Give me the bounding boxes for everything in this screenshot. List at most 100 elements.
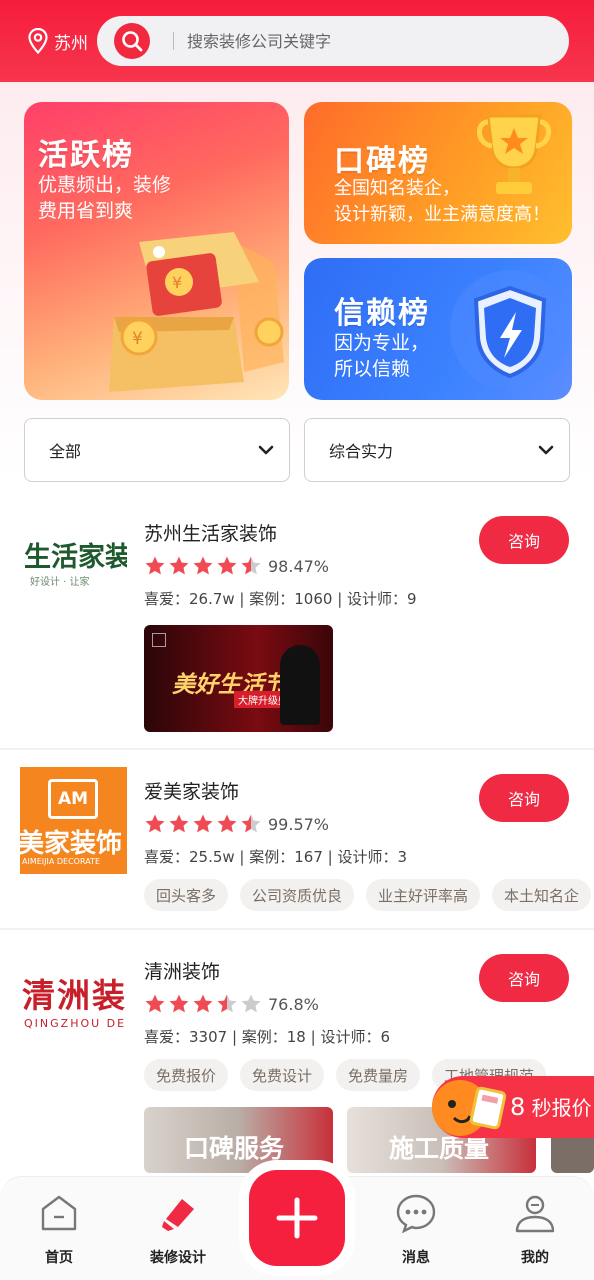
star-icon xyxy=(145,814,165,833)
sort-filter-value: 综合实力 xyxy=(329,442,394,461)
calculator-mascot-icon xyxy=(432,1080,507,1136)
quick-quote-label: 8 秒报价 xyxy=(510,1092,592,1121)
company-stats: 喜爱：26.7w | 案例：1060 | 设计师：9 xyxy=(144,590,417,608)
tag: 免费量房 xyxy=(336,1059,421,1091)
divider xyxy=(0,748,594,750)
star-icon xyxy=(217,814,237,833)
logo-subtext: QINGZHOU DE xyxy=(24,1017,127,1030)
star-icon xyxy=(169,994,189,1013)
promo-title: 口碑服务 xyxy=(184,1134,285,1163)
banner-desc-line2: 设计新颖，业主满意度高！ xyxy=(334,204,550,225)
tag: 本土知名企 xyxy=(492,879,592,911)
star-icon xyxy=(169,814,189,833)
promo-image[interactable]: 口碑服务 xyxy=(144,1107,333,1173)
brand-mark-icon xyxy=(152,633,166,647)
tag: 回头客多 xyxy=(144,879,229,911)
nav-design-label: 装修设计 xyxy=(150,1250,206,1266)
banner-desc-line1: 全国知名装企， xyxy=(334,178,460,199)
star-icon xyxy=(145,994,165,1013)
company-stats: 喜爱：3307 | 案例：18 | 设计师：6 xyxy=(144,1028,390,1046)
banner-desc-line1: 优惠频出，装修 xyxy=(38,174,172,196)
banner-title: 信赖榜 xyxy=(334,296,430,331)
rating-percent: 99.57% xyxy=(268,814,330,834)
banner-desc-line2: 费用省到爽 xyxy=(38,200,134,222)
user-icon xyxy=(515,1195,555,1233)
rating-stars: 99.57% xyxy=(144,813,329,835)
company-name[interactable]: 苏州生活家装饰 xyxy=(144,519,277,546)
shield-lightning-icon xyxy=(450,270,569,390)
plus-icon xyxy=(276,1197,318,1239)
company-logo: 清洲装 QINGZHOU DE xyxy=(20,947,127,1054)
company-name[interactable]: 爱美家装饰 xyxy=(144,777,239,804)
reputation-ranking-banner[interactable]: 口碑榜 全国知名装企， 设计新颖，业主满意度高！ xyxy=(304,102,572,244)
gift-box-icon: ¥ ¥ xyxy=(109,232,284,392)
nav-home[interactable]: 首页 xyxy=(9,1177,109,1280)
logo-text: 美家装饰 xyxy=(20,829,123,859)
home-icon xyxy=(41,1195,77,1231)
search-separator xyxy=(173,32,174,50)
banner-desc-line1: 因为专业， xyxy=(334,332,430,354)
star-icon xyxy=(241,814,261,833)
nav-mine[interactable]: 我的 xyxy=(485,1177,585,1280)
location-label: 苏州 xyxy=(54,33,88,54)
star-icon xyxy=(241,556,261,575)
presenter-figure xyxy=(280,645,320,725)
category-filter-value: 全部 xyxy=(49,442,82,461)
quick-quote-button[interactable]: 8 秒报价 xyxy=(432,1076,594,1138)
paint-brush-icon xyxy=(162,1199,194,1231)
tag: 公司资质优良 xyxy=(240,879,355,911)
divider xyxy=(0,928,594,930)
svg-text:¥: ¥ xyxy=(132,329,143,349)
banner-desc-line2: 所以信赖 xyxy=(334,358,411,380)
trophy-icon xyxy=(477,114,551,194)
logo-text: 清洲装 xyxy=(22,976,127,1015)
banner-title: 活跃榜 xyxy=(38,138,134,173)
promo-image[interactable]: 美好生活节 大牌升级盛惠 xyxy=(144,625,333,732)
quote-seconds: 8 xyxy=(510,1093,526,1121)
nav-home-label: 首页 xyxy=(45,1250,73,1266)
tag: 免费报价 xyxy=(144,1059,229,1091)
banner-title: 口碑榜 xyxy=(334,144,430,179)
star-icon xyxy=(193,994,213,1013)
add-button[interactable] xyxy=(249,1170,345,1266)
company-name[interactable]: 清洲装饰 xyxy=(144,957,220,984)
chevron-down-icon xyxy=(538,445,554,455)
location-selector[interactable]: 苏州 xyxy=(28,28,88,54)
nav-messages[interactable]: 消息 xyxy=(366,1177,466,1280)
rating-stars: 76.8% xyxy=(144,993,319,1015)
search-button[interactable] xyxy=(114,23,150,59)
star-icon xyxy=(145,556,165,575)
logo-subtext: AIMEIJIA DECORATE xyxy=(22,857,101,866)
nav-mine-label: 我的 xyxy=(521,1250,549,1266)
star-icon xyxy=(193,556,213,575)
rating-percent: 98.47% xyxy=(268,556,330,576)
category-filter-dropdown[interactable]: 全部 xyxy=(24,418,290,482)
nav-design[interactable]: 装修设计 xyxy=(128,1177,228,1280)
logo-badge: AM xyxy=(48,779,98,819)
star-icon xyxy=(169,556,189,575)
star-icon xyxy=(217,556,237,575)
rating-percent: 76.8% xyxy=(268,994,319,1014)
logo-subtext: 好设计 · 让家 xyxy=(30,577,90,588)
active-ranking-banner[interactable]: 活跃榜 优惠频出，装修 费用省到爽 ¥ ¥ xyxy=(24,102,289,400)
rating-stars: 98.47% xyxy=(144,555,329,577)
chat-bubble-icon xyxy=(396,1194,436,1233)
star-icon xyxy=(193,814,213,833)
company-logo: AM 美家装饰 AIMEIJIA DECORATE xyxy=(20,767,127,874)
nav-messages-label: 消息 xyxy=(402,1250,430,1266)
top-header: 苏州 xyxy=(0,0,594,82)
consult-button[interactable]: 咨询 xyxy=(479,516,569,564)
chevron-down-icon xyxy=(258,445,274,455)
location-pin-icon xyxy=(28,28,48,54)
company-stats: 喜爱：25.5w | 案例：167 | 设计师：3 xyxy=(144,848,408,866)
search-bar[interactable] xyxy=(97,16,569,66)
consult-button[interactable]: 咨询 xyxy=(479,774,569,822)
sort-filter-dropdown[interactable]: 综合实力 xyxy=(304,418,570,482)
consult-button[interactable]: 咨询 xyxy=(479,954,569,1002)
star-icon xyxy=(241,994,261,1013)
search-icon xyxy=(122,31,143,52)
search-input[interactable] xyxy=(187,28,537,54)
quote-suffix: 秒报价 xyxy=(531,1096,592,1120)
trust-ranking-banner[interactable]: 信赖榜 因为专业， 所以信赖 xyxy=(304,258,572,400)
tag-list: 回头客多 公司资质优良 业主好评率高 本土知名企 xyxy=(144,879,594,911)
